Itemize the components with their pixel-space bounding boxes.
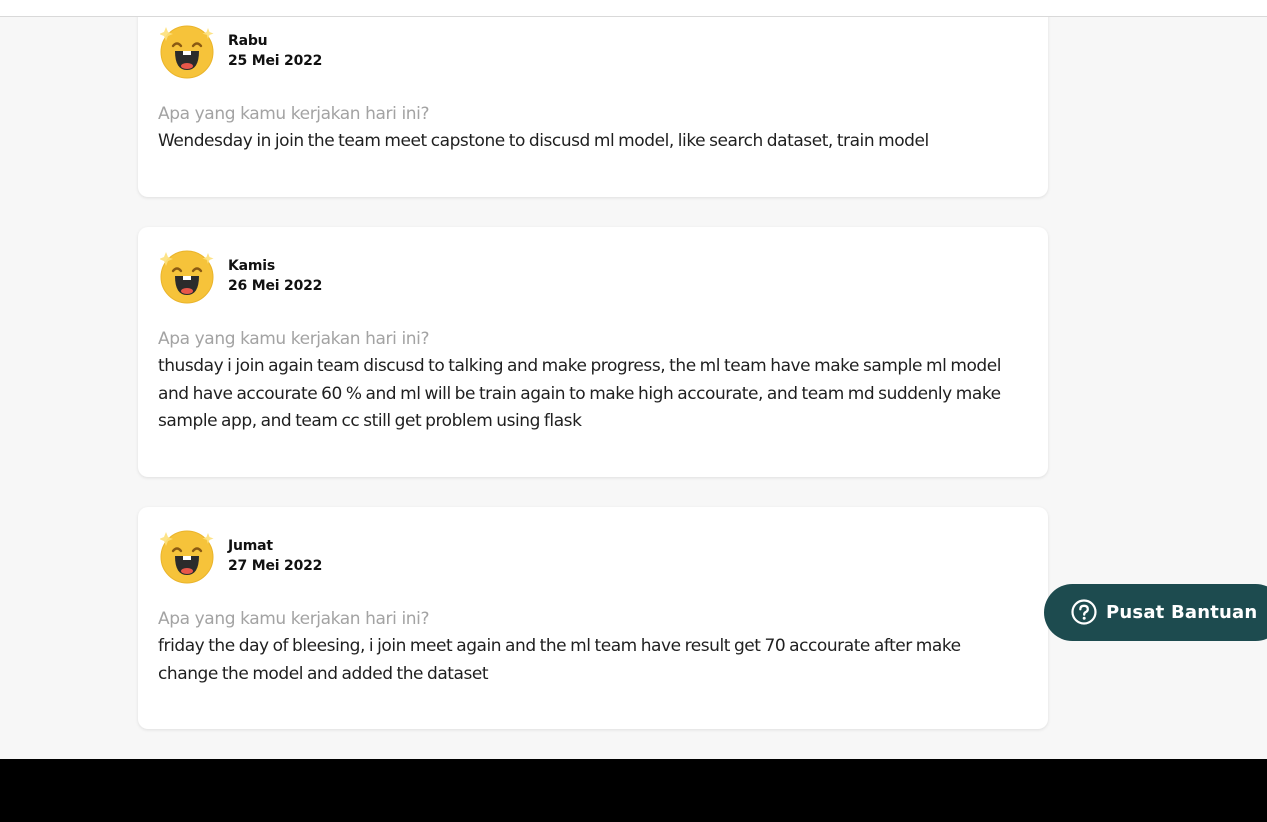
entry-day: Rabu: [228, 33, 268, 49]
entry-question: Apa yang kamu kerjakan hari ini?: [158, 609, 430, 629]
entry-answer: Wendesday in join the team meet capstone…: [158, 131, 929, 151]
footer: [0, 759, 1267, 822]
help-center-label: Pusat Bantuan: [1106, 602, 1258, 623]
entry-answer: friday the day of bleesing, i join meet …: [158, 636, 961, 684]
question-circle-icon: [1071, 599, 1097, 625]
entry-date: 26 Mei 2022: [228, 278, 323, 294]
journal-page: Rabu 25 Mei 2022 Apa yang kamu kerjakan …: [0, 0, 1267, 822]
entry-day: Kamis: [228, 258, 276, 274]
laughing-face-icon: [160, 530, 214, 584]
entry-date: 25 Mei 2022: [228, 53, 323, 69]
entry-date: 27 Mei 2022: [228, 558, 323, 574]
entry-question: Apa yang kamu kerjakan hari ini?: [158, 104, 430, 124]
entry-day: Jumat: [228, 538, 273, 554]
laughing-face-icon: [160, 250, 214, 304]
help-center-button[interactable]: Pusat Bantuan: [1044, 584, 1267, 641]
laughing-face-icon: [160, 25, 214, 79]
entry-answer: thusday i join again team discusd to tal…: [158, 356, 1002, 431]
entry-question: Apa yang kamu kerjakan hari ini?: [158, 329, 430, 349]
journal-entry-card: [138, 0, 1048, 197]
top-bar: [0, 0, 1267, 17]
